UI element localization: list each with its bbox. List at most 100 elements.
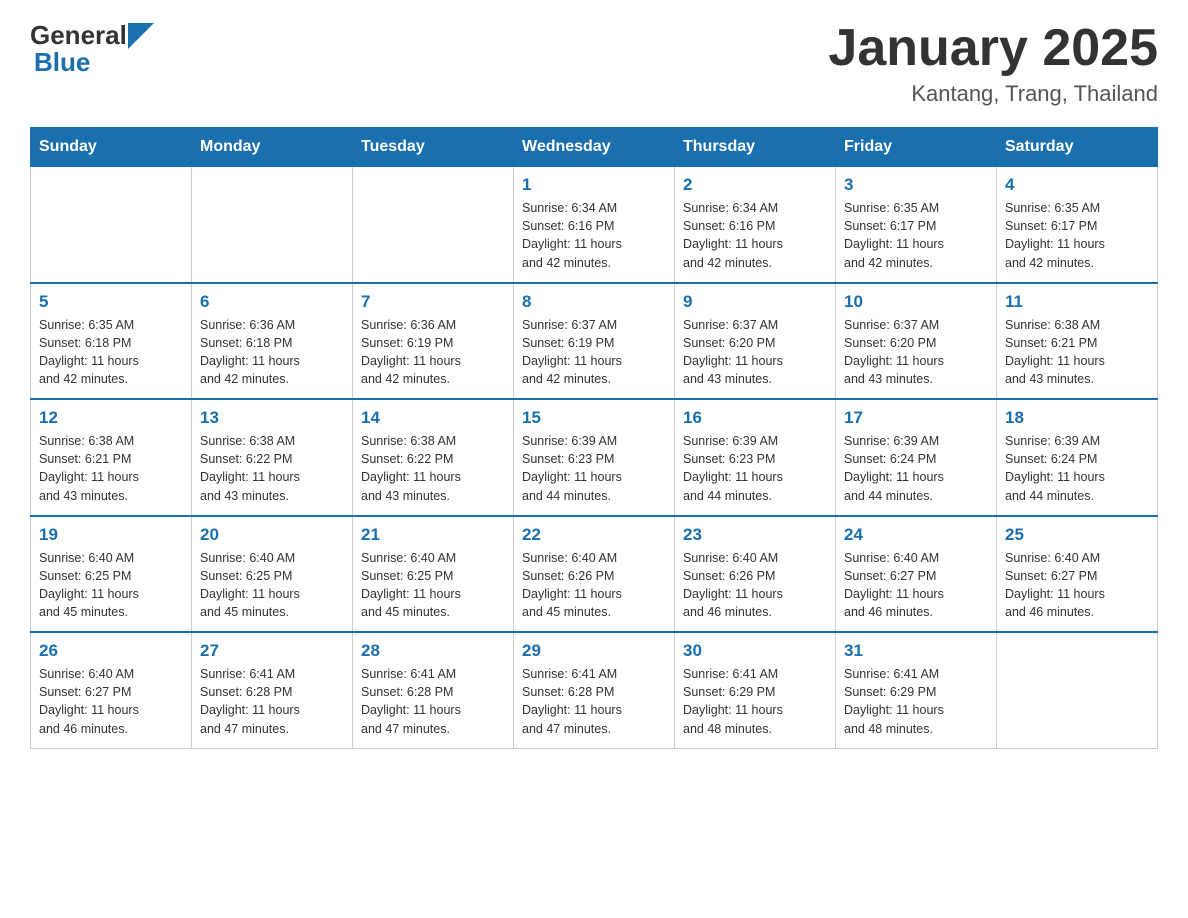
day-info: Sunrise: 6:35 AM Sunset: 6:17 PM Dayligh…: [844, 199, 988, 272]
day-info: Sunrise: 6:37 AM Sunset: 6:20 PM Dayligh…: [844, 316, 988, 389]
day-info: Sunrise: 6:40 AM Sunset: 6:27 PM Dayligh…: [844, 549, 988, 622]
day-number: 2: [683, 175, 827, 195]
week-row-2: 5 Sunrise: 6:35 AM Sunset: 6:18 PM Daylig…: [31, 283, 1158, 400]
day-info: Sunrise: 6:40 AM Sunset: 6:27 PM Dayligh…: [1005, 549, 1149, 622]
day-number: 16: [683, 408, 827, 428]
calendar-cell: 11 Sunrise: 6:38 AM Sunset: 6:21 PM Dayli…: [997, 283, 1158, 400]
calendar-cell: 18Sunrise: 6:39 AM Sunset: 6:24 PM Dayli…: [997, 399, 1158, 516]
calendar-cell: 26 Sunrise: 6:40 AM Sunset: 6:27 PM Dayli…: [31, 632, 192, 748]
logo-arrow-icon: [128, 23, 154, 49]
calendar-cell: 3 Sunrise: 6:35 AM Sunset: 6:17 PM Daylig…: [836, 167, 997, 283]
day-number: 19: [39, 525, 183, 545]
day-info: Sunrise: 6:35 AM Sunset: 6:18 PM Dayligh…: [39, 316, 183, 389]
calendar-cell: [997, 632, 1158, 748]
day-info: Sunrise: 6:40 AM Sunset: 6:26 PM Dayligh…: [683, 549, 827, 622]
calendar-cell: 4 Sunrise: 6:35 AM Sunset: 6:17 PM Daylig…: [997, 167, 1158, 283]
calendar-cell: 28Sunrise: 6:41 AM Sunset: 6:28 PM Dayli…: [353, 632, 514, 748]
week-row-1: 1 Sunrise: 6:34 AM Sunset: 6:16 PM Daylig…: [31, 167, 1158, 283]
day-number: 13: [200, 408, 344, 428]
day-info: Sunrise: 6:38 AM Sunset: 6:21 PM Dayligh…: [1005, 316, 1149, 389]
day-info: Sunrise: 6:40 AM Sunset: 6:25 PM Dayligh…: [361, 549, 505, 622]
day-number: 18: [1005, 408, 1149, 428]
week-row-4: 19 Sunrise: 6:40 AM Sunset: 6:25 PM Dayli…: [31, 516, 1158, 633]
location-title: Kantang, Trang, Thailand: [828, 81, 1158, 107]
day-info: Sunrise: 6:39 AM Sunset: 6:24 PM Dayligh…: [844, 432, 988, 505]
calendar-cell: 15Sunrise: 6:39 AM Sunset: 6:23 PM Dayli…: [514, 399, 675, 516]
calendar-cell: 8 Sunrise: 6:37 AM Sunset: 6:19 PM Daylig…: [514, 283, 675, 400]
day-info: Sunrise: 6:41 AM Sunset: 6:28 PM Dayligh…: [522, 665, 666, 738]
day-number: 11: [1005, 292, 1149, 312]
day-info: Sunrise: 6:34 AM Sunset: 6:16 PM Dayligh…: [522, 199, 666, 272]
day-info: Sunrise: 6:37 AM Sunset: 6:19 PM Dayligh…: [522, 316, 666, 389]
calendar-cell: 31 Sunrise: 6:41 AM Sunset: 6:29 PM Dayli…: [836, 632, 997, 748]
calendar-cell: 1 Sunrise: 6:34 AM Sunset: 6:16 PM Daylig…: [514, 167, 675, 283]
day-info: Sunrise: 6:39 AM Sunset: 6:23 PM Dayligh…: [522, 432, 666, 505]
calendar-cell: 2 Sunrise: 6:34 AM Sunset: 6:16 PM Daylig…: [675, 167, 836, 283]
day-number: 5: [39, 292, 183, 312]
day-number: 12: [39, 408, 183, 428]
day-number: 21: [361, 525, 505, 545]
calendar-cell: 21 Sunrise: 6:40 AM Sunset: 6:25 PM Dayli…: [353, 516, 514, 633]
day-number: 14: [361, 408, 505, 428]
calendar-cell: 27Sunrise: 6:41 AM Sunset: 6:28 PM Dayli…: [192, 632, 353, 748]
day-number: 28: [361, 641, 505, 661]
calendar-table: SundayMondayTuesdayWednesdayThursdayFrid…: [30, 127, 1158, 749]
day-info: Sunrise: 6:41 AM Sunset: 6:29 PM Dayligh…: [683, 665, 827, 738]
calendar-cell: 13 Sunrise: 6:38 AM Sunset: 6:22 PM Dayli…: [192, 399, 353, 516]
logo: General Blue: [30, 20, 154, 78]
day-number: 26: [39, 641, 183, 661]
weekday-header-thursday: Thursday: [675, 128, 836, 167]
weekday-header-tuesday: Tuesday: [353, 128, 514, 167]
day-number: 29: [522, 641, 666, 661]
day-number: 4: [1005, 175, 1149, 195]
day-number: 8: [522, 292, 666, 312]
day-number: 31: [844, 641, 988, 661]
weekday-header-sunday: Sunday: [31, 128, 192, 167]
calendar-cell: [353, 167, 514, 283]
calendar-cell: 9 Sunrise: 6:37 AM Sunset: 6:20 PM Daylig…: [675, 283, 836, 400]
day-info: Sunrise: 6:35 AM Sunset: 6:17 PM Dayligh…: [1005, 199, 1149, 272]
calendar-cell: 19 Sunrise: 6:40 AM Sunset: 6:25 PM Dayli…: [31, 516, 192, 633]
day-number: 30: [683, 641, 827, 661]
day-number: 7: [361, 292, 505, 312]
week-row-5: 26 Sunrise: 6:40 AM Sunset: 6:27 PM Dayli…: [31, 632, 1158, 748]
calendar-cell: 24 Sunrise: 6:40 AM Sunset: 6:27 PM Dayli…: [836, 516, 997, 633]
weekday-header-saturday: Saturday: [997, 128, 1158, 167]
day-number: 24: [844, 525, 988, 545]
day-info: Sunrise: 6:41 AM Sunset: 6:29 PM Dayligh…: [844, 665, 988, 738]
day-info: Sunrise: 6:40 AM Sunset: 6:26 PM Dayligh…: [522, 549, 666, 622]
calendar-cell: 30 Sunrise: 6:41 AM Sunset: 6:29 PM Dayli…: [675, 632, 836, 748]
calendar-cell: 14 Sunrise: 6:38 AM Sunset: 6:22 PM Dayli…: [353, 399, 514, 516]
day-number: 25: [1005, 525, 1149, 545]
day-number: 3: [844, 175, 988, 195]
day-info: Sunrise: 6:34 AM Sunset: 6:16 PM Dayligh…: [683, 199, 827, 272]
calendar-cell: [31, 167, 192, 283]
day-number: 22: [522, 525, 666, 545]
day-info: Sunrise: 6:36 AM Sunset: 6:18 PM Dayligh…: [200, 316, 344, 389]
calendar-cell: 5 Sunrise: 6:35 AM Sunset: 6:18 PM Daylig…: [31, 283, 192, 400]
calendar-cell: 12 Sunrise: 6:38 AM Sunset: 6:21 PM Dayli…: [31, 399, 192, 516]
day-number: 6: [200, 292, 344, 312]
week-row-3: 12 Sunrise: 6:38 AM Sunset: 6:21 PM Dayli…: [31, 399, 1158, 516]
day-number: 27: [200, 641, 344, 661]
calendar-cell: 17Sunrise: 6:39 AM Sunset: 6:24 PM Dayli…: [836, 399, 997, 516]
day-info: Sunrise: 6:38 AM Sunset: 6:21 PM Dayligh…: [39, 432, 183, 505]
calendar-cell: 22 Sunrise: 6:40 AM Sunset: 6:26 PM Dayli…: [514, 516, 675, 633]
calendar-cell: [192, 167, 353, 283]
page-header: General Blue January 2025 Kantang, Trang…: [30, 20, 1158, 107]
day-info: Sunrise: 6:38 AM Sunset: 6:22 PM Dayligh…: [200, 432, 344, 505]
day-info: Sunrise: 6:37 AM Sunset: 6:20 PM Dayligh…: [683, 316, 827, 389]
calendar-cell: 23Sunrise: 6:40 AM Sunset: 6:26 PM Dayli…: [675, 516, 836, 633]
calendar-cell: 16Sunrise: 6:39 AM Sunset: 6:23 PM Dayli…: [675, 399, 836, 516]
month-title: January 2025: [828, 20, 1158, 77]
day-number: 1: [522, 175, 666, 195]
day-info: Sunrise: 6:40 AM Sunset: 6:25 PM Dayligh…: [200, 549, 344, 622]
calendar-cell: 20 Sunrise: 6:40 AM Sunset: 6:25 PM Dayli…: [192, 516, 353, 633]
day-info: Sunrise: 6:38 AM Sunset: 6:22 PM Dayligh…: [361, 432, 505, 505]
day-number: 20: [200, 525, 344, 545]
day-info: Sunrise: 6:40 AM Sunset: 6:25 PM Dayligh…: [39, 549, 183, 622]
day-number: 9: [683, 292, 827, 312]
weekday-header-monday: Monday: [192, 128, 353, 167]
day-info: Sunrise: 6:40 AM Sunset: 6:27 PM Dayligh…: [39, 665, 183, 738]
weekday-header-wednesday: Wednesday: [514, 128, 675, 167]
